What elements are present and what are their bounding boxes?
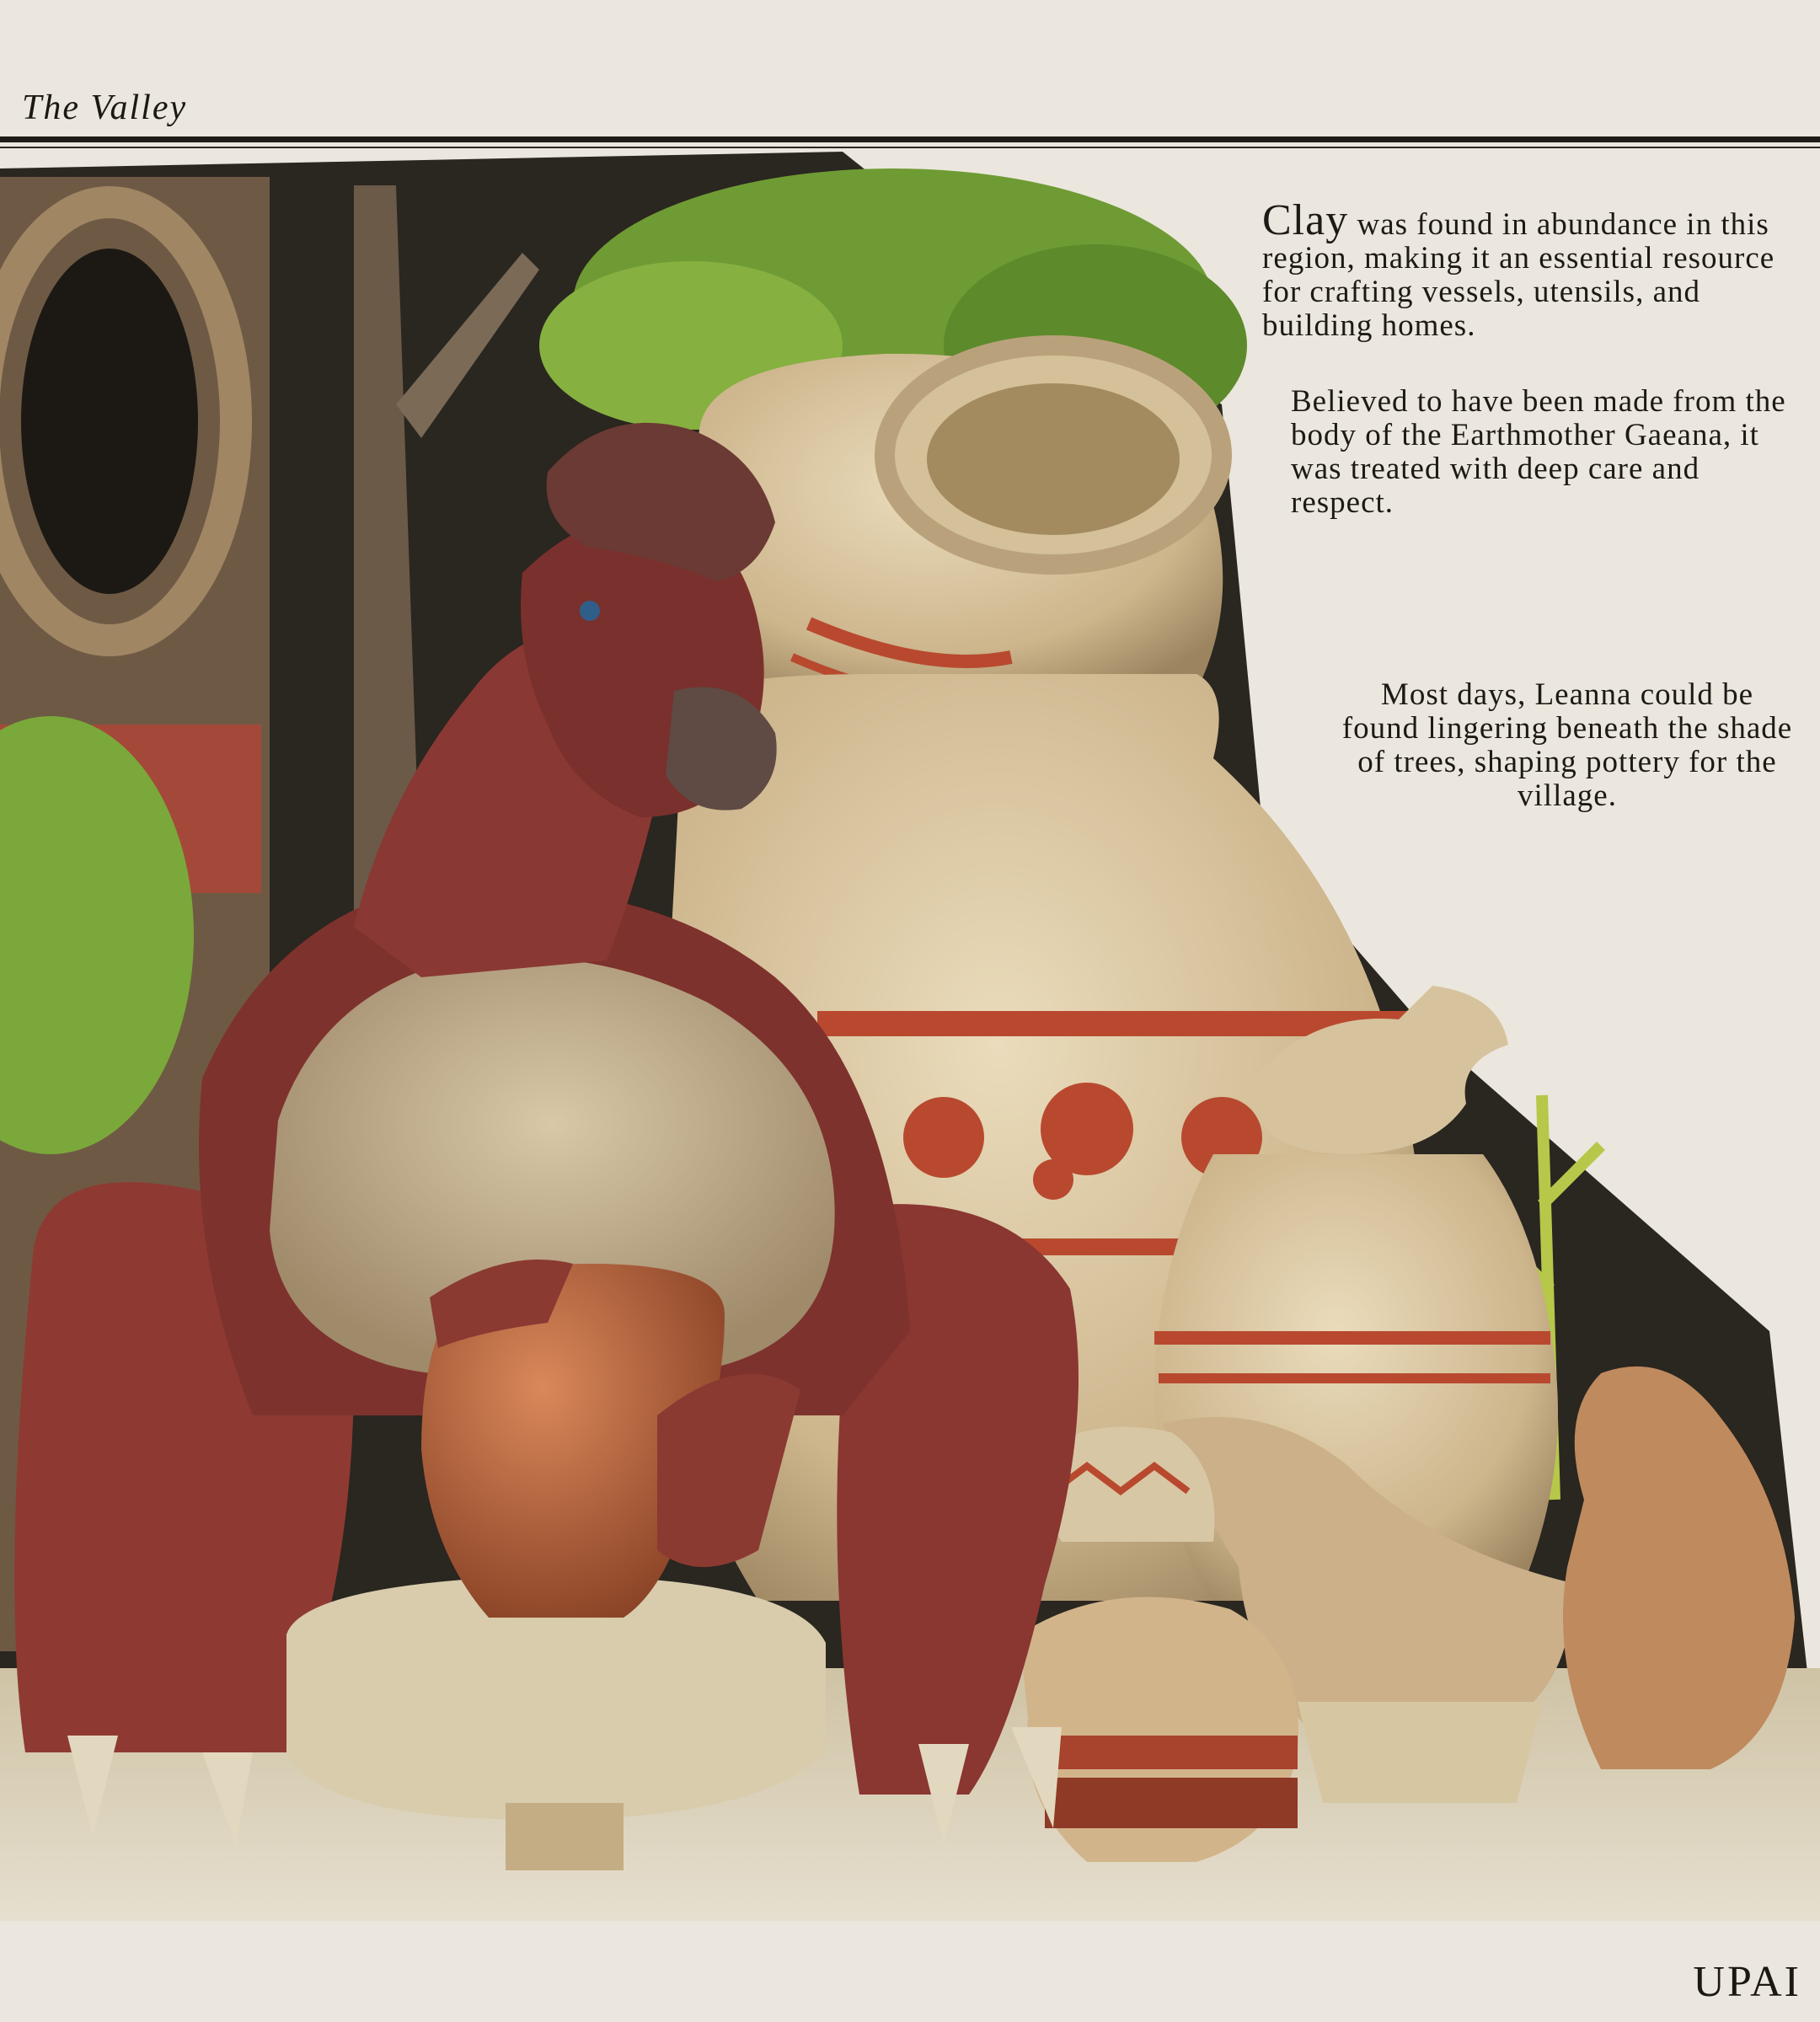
wheel-base	[506, 1803, 624, 1870]
earthmother-paragraph: Believed to have been made from the body…	[1291, 384, 1786, 520]
storybook-page: The Valley Clay was found in abundance i…	[0, 0, 1820, 2022]
clay-intro-paragraph: Clay was found in abundance in this regi…	[1262, 199, 1801, 343]
artist-signature: UPAI	[1693, 1958, 1801, 2006]
header-rule-thick	[0, 136, 1820, 142]
drop-word-clay: Clay	[1262, 196, 1349, 244]
creature-eye	[580, 601, 600, 621]
tripod-stand	[1298, 1702, 1542, 1803]
leanna-paragraph: Most days, Leanna could be found lingeri…	[1341, 677, 1793, 813]
page-header-title: The Valley	[22, 88, 188, 127]
header-rule-thin	[0, 147, 1820, 148]
